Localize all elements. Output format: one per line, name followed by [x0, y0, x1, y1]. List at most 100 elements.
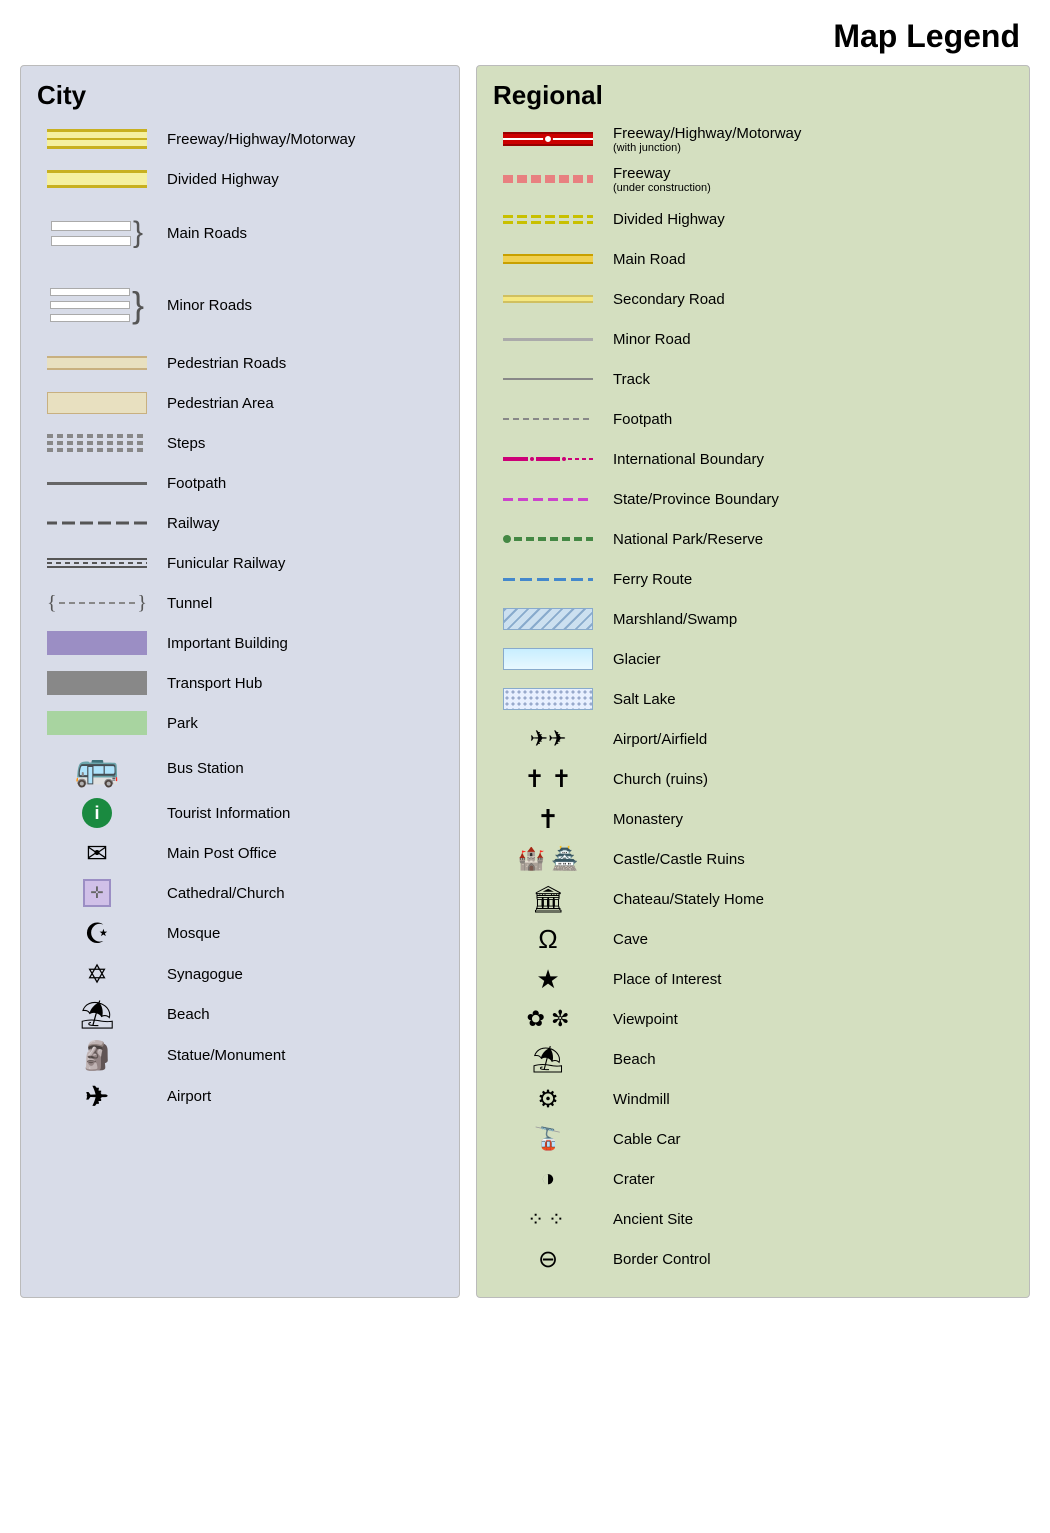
- reg-secondary-road-label: Secondary Road: [603, 291, 725, 308]
- list-item: Funicular Railway: [37, 547, 443, 579]
- tourist-info-symbol: i: [37, 798, 157, 828]
- reg-border-control-label: Border Control: [603, 1251, 711, 1268]
- railway-label: Railway: [157, 515, 220, 532]
- mosque-label: Mosque: [157, 925, 220, 942]
- reg-national-park-label: National Park/Reserve: [603, 531, 763, 548]
- reg-castle-label: Castle/Castle Ruins: [603, 851, 745, 868]
- reg-freeway-label: Freeway/Highway/Motorway (with junction): [603, 125, 801, 154]
- reg-intl-boundary-label: International Boundary: [603, 451, 764, 468]
- reg-church-symbol: ✝ ✝: [493, 765, 603, 794]
- list-item: ✈✈ Airport/Airfield: [493, 723, 1013, 755]
- reg-minor-road-label: Minor Road: [603, 331, 691, 348]
- crescent-icon: ☪: [84, 917, 109, 950]
- list-item: 🚌 Bus Station: [37, 747, 443, 789]
- tunnel-label: Tunnel: [157, 595, 212, 612]
- reg-beach-icon: ⛱: [531, 1044, 564, 1075]
- page-title: Map Legend: [0, 0, 1050, 65]
- list-item: ✉ Main Post Office: [37, 837, 443, 869]
- beach-label: Beach: [157, 1006, 210, 1023]
- synagogue-symbol: ✡: [37, 959, 157, 990]
- star-of-david-icon: ✡: [86, 959, 108, 990]
- cable-car-icon: 🚡: [534, 1126, 561, 1152]
- reg-airport-symbol: ✈✈: [493, 726, 603, 752]
- reg-main-road-symbol: [493, 254, 603, 264]
- castle-icon: 🏰 🏯: [518, 846, 579, 872]
- list-item: Minor Road: [493, 323, 1013, 355]
- list-item: ⚙ Windmill: [493, 1083, 1013, 1115]
- reg-ferry-label: Ferry Route: [603, 571, 692, 588]
- list-item: Ferry Route: [493, 563, 1013, 595]
- mail-icon: ✉: [86, 838, 108, 869]
- reg-track-label: Track: [603, 371, 650, 388]
- windmill-icon: ⚙: [537, 1085, 559, 1114]
- reg-viewpoint-label: Viewpoint: [603, 1011, 678, 1028]
- reg-cave-label: Cave: [603, 931, 648, 948]
- cave-icon: Ω: [538, 924, 557, 955]
- synagogue-label: Synagogue: [157, 966, 243, 983]
- transport-hub-label: Transport Hub: [157, 675, 262, 692]
- reg-place-interest-symbol: ★: [493, 964, 603, 995]
- tunnel-symbol: { }: [37, 592, 157, 615]
- minor-roads-symbol: }: [37, 287, 157, 323]
- airport-city-icon: ✈: [85, 1080, 108, 1113]
- funicular-symbol: [37, 556, 157, 570]
- footpath-label: Footpath: [157, 475, 226, 492]
- reg-freeway-symbol: [493, 132, 603, 146]
- church-icon: ✝ ✝: [525, 765, 572, 794]
- list-item: Glacier: [493, 643, 1013, 675]
- reg-secondary-road-symbol: [493, 295, 603, 303]
- list-item: Freeway/Highway/Motorway (with junction): [493, 123, 1013, 155]
- reg-glacier-symbol: [493, 648, 603, 670]
- transport-hub-symbol: [37, 671, 157, 695]
- list-item: ✿ ✼ Viewpoint: [493, 1003, 1013, 1035]
- funicular-label: Funicular Railway: [157, 555, 285, 572]
- reg-ancient-site-symbol: ⁘⁘: [493, 1207, 603, 1232]
- beach-symbol: ⛱: [37, 998, 157, 1031]
- reg-beach-label: Beach: [603, 1051, 656, 1068]
- pedestrian-area-symbol: [37, 392, 157, 414]
- list-item: Important Building: [37, 627, 443, 659]
- list-item: Park: [37, 707, 443, 739]
- list-item: Marshland/Swamp: [493, 603, 1013, 635]
- border-control-icon: ⊖: [538, 1245, 558, 1274]
- airport-city-label: Airport: [157, 1088, 211, 1105]
- viewpoint-icon: ✿ ✼: [527, 1006, 570, 1032]
- reg-windmill-label: Windmill: [603, 1091, 670, 1108]
- park-label: Park: [157, 715, 198, 732]
- reg-chateau-label: Chateau/Stately Home: [603, 891, 764, 908]
- reg-salt-lake-symbol: [493, 688, 603, 710]
- footpath-symbol: [37, 482, 157, 485]
- list-item: Ω Cave: [493, 923, 1013, 955]
- airplane-icon: ✈✈: [530, 726, 567, 752]
- minor-roads-label: Minor Roads: [157, 297, 252, 314]
- mosque-symbol: ☪: [37, 917, 157, 950]
- list-item: ✈ Airport: [37, 1080, 443, 1113]
- chateau-icon: 🏛: [531, 884, 564, 915]
- list-item: State/Province Boundary: [493, 483, 1013, 515]
- list-item: Secondary Road: [493, 283, 1013, 315]
- info-icon: i: [82, 798, 112, 828]
- reg-divided-highway-symbol: [493, 215, 603, 224]
- reg-freeway-construction-label: Freeway (under construction): [603, 165, 711, 194]
- cathedral-label: Cathedral/Church: [157, 885, 285, 902]
- list-item: National Park/Reserve: [493, 523, 1013, 555]
- regional-panel: Regional Freeway/Highway/Motorway (with …: [476, 65, 1030, 1298]
- reg-airport-label: Airport/Airfield: [603, 731, 707, 748]
- reg-monastery-label: Monastery: [603, 811, 683, 828]
- list-item: } Minor Roads: [37, 271, 443, 339]
- reg-cable-car-symbol: 🚡: [493, 1126, 603, 1152]
- list-item: Railway: [37, 507, 443, 539]
- reg-cave-symbol: Ω: [493, 924, 603, 955]
- reg-glacier-label: Glacier: [603, 651, 661, 668]
- list-item: ⊖ Border Control: [493, 1243, 1013, 1275]
- list-item: Divided Highway: [37, 163, 443, 195]
- list-item: ★ Place of Interest: [493, 963, 1013, 995]
- airport-city-symbol: ✈: [37, 1080, 157, 1113]
- list-item: 🗿 Statue/Monument: [37, 1039, 443, 1072]
- list-item: Track: [493, 363, 1013, 395]
- bus-station-symbol: 🚌: [37, 747, 157, 789]
- cathedral-icon: ✛: [83, 879, 111, 907]
- list-item: ⁘⁘ Ancient Site: [493, 1203, 1013, 1235]
- steps-symbol: [37, 434, 157, 452]
- beach-icon: ⛱: [79, 998, 115, 1031]
